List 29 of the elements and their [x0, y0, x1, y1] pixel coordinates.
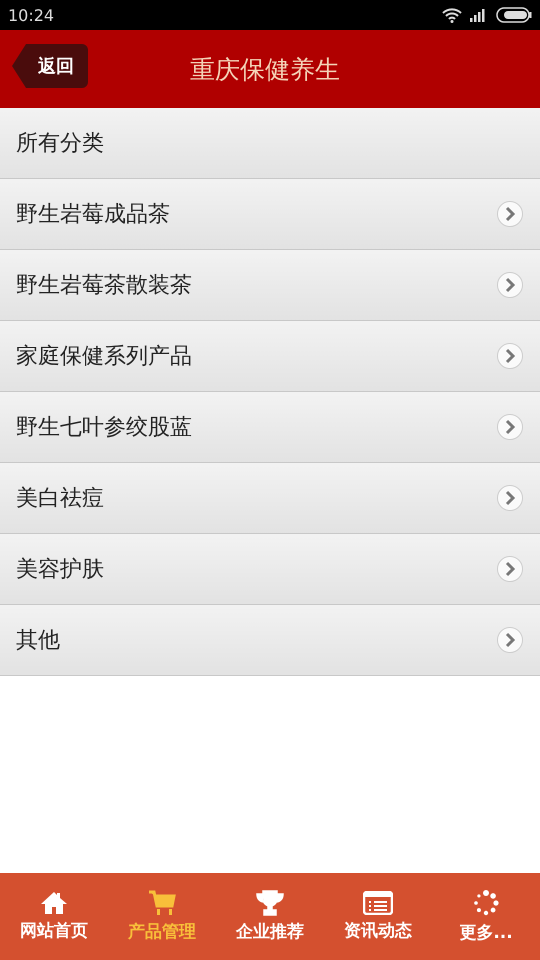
wifi-icon [442, 7, 462, 23]
category-item[interactable]: 美容护肤 [0, 534, 540, 605]
tab-item[interactable]: 企业推荐 [216, 873, 324, 960]
chevron-icon [496, 200, 524, 228]
trophy-icon [255, 890, 285, 916]
tab-item[interactable]: 网站首页 [0, 873, 108, 960]
back-button[interactable]: 返回 [12, 44, 88, 88]
category-item[interactable]: 野生岩莓成品茶 [0, 179, 540, 250]
chevron-icon [496, 413, 524, 441]
cart-icon [148, 890, 176, 916]
category-item[interactable]: 野生七叶参绞股蓝 [0, 392, 540, 463]
category-item[interactable]: 家庭保健系列产品 [0, 321, 540, 392]
page-title: 重庆保健养生 [190, 54, 340, 86]
chevron-icon [496, 626, 524, 654]
loading-icon [472, 889, 500, 917]
battery-icon [496, 7, 532, 23]
category-item[interactable]: 美白祛痘 [0, 463, 540, 534]
news-icon [363, 891, 393, 915]
home-icon [40, 891, 68, 915]
category-item[interactable]: 所有分类 [0, 108, 540, 179]
category-item[interactable]: 野生岩莓茶散装茶 [0, 250, 540, 321]
category-item[interactable]: 其他 [0, 605, 540, 676]
chevron-icon [496, 271, 524, 299]
chevron-icon [496, 555, 524, 583]
chevron-icon [496, 342, 524, 370]
tab-item[interactable]: 资讯动态 [324, 873, 432, 960]
status-time: 10:24 [8, 6, 54, 24]
chevron-icon [496, 484, 524, 512]
tab-item[interactable]: 更多... [432, 873, 540, 960]
